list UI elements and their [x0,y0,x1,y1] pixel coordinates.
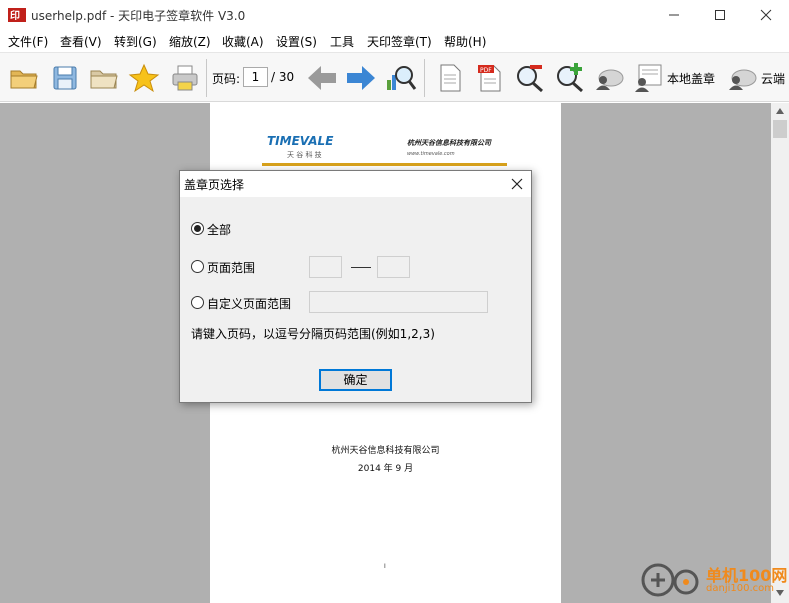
page-total: / 30 [271,70,295,84]
menu-file[interactable]: 文件(F) [8,33,48,50]
maximize-button[interactable] [697,0,743,30]
page-label: 页码: [212,72,241,86]
custom-range-input[interactable] [309,291,488,313]
svg-text:PDF: PDF [480,67,492,74]
minimize-button[interactable] [651,0,697,30]
ok-button[interactable]: 确定 [319,369,392,391]
seal-page-selection-dialog: 盖章页选择 全部 页面范围 自定义页面范围 请键入页码，以逗号分隔页码范围(例如… [179,170,532,403]
svg-text:印: 印 [10,10,20,22]
document-page-icon[interactable] [434,62,466,94]
scroll-up-arrow-icon[interactable] [775,107,785,115]
watermark-logo [641,563,699,597]
watermark-url: danji100.com [706,583,774,594]
title-bar: 印 userhelp.pdf - 天印电子签章软件 V3.0 [0,0,789,30]
logo-subtitle: 天 谷 科 技 [287,150,322,159]
option-all-label[interactable]: 全部 [207,221,231,238]
minimize-icon [669,14,679,16]
cloud-seal-icon[interactable] [726,62,758,94]
dialog-title: 盖章页选择 [184,178,245,192]
toolbar-separator [206,59,207,97]
local-seal-icon[interactable] [633,62,665,94]
header-website: www.timevale.com [407,151,455,157]
zoom-out-icon[interactable] [514,62,546,94]
menu-zoom[interactable]: 缩放(Z) [169,33,211,50]
option-custom-range-label[interactable]: 自定义页面范围 [207,295,291,312]
header-rule [262,163,507,166]
vertical-scrollbar[interactable] [771,103,789,603]
window-title: userhelp.pdf - 天印电子签章软件 V3.0 [31,9,246,23]
close-button[interactable] [743,0,789,30]
zoom-fit-icon[interactable] [385,62,417,94]
maximize-icon [715,10,725,20]
pdf-document-icon[interactable]: PDF [474,62,506,94]
site-watermark: 单机100网 danji100.com [638,560,788,600]
close-icon [511,178,523,190]
dialog-title-bar: 盖章页选择 [180,171,531,197]
range-dash [351,267,371,268]
scrollbar-thumb[interactable] [773,120,787,138]
print-icon[interactable] [169,62,201,94]
page-number-input[interactable]: 1 [243,67,268,87]
app-icon: 印 [8,8,26,22]
toolbar-separator [424,59,425,97]
radio-all[interactable] [191,222,204,235]
menu-tianyin-seal[interactable]: 天印签章(T) [367,33,432,50]
dialog-close-button[interactable] [501,171,531,197]
header-company-name: 杭州天谷信息科技有限公司 [407,139,491,147]
local-seal-label[interactable]: 本地盖章 [667,70,715,87]
page-number: I [384,563,386,570]
option-page-range-label[interactable]: 页面范围 [207,259,255,276]
dialog-hint: 请键入页码，以逗号分隔页码范围(例如1,2,3) [191,327,435,341]
menu-help[interactable]: 帮助(H) [444,33,486,50]
menu-settings[interactable]: 设置(S) [276,33,317,50]
radio-page-range[interactable] [191,260,204,273]
next-page-arrow-icon[interactable] [345,62,377,94]
previous-page-arrow-icon[interactable] [306,62,338,94]
menu-view[interactable]: 查看(V) [60,33,102,50]
menu-goto[interactable]: 转到(G) [114,33,157,50]
toolbar: 页码: 1 / 30 PDF 本地盖章 云端 [0,52,789,102]
menu-favorites[interactable]: 收藏(A) [222,33,264,50]
menu-tools[interactable]: 工具 [330,33,354,50]
open-recent-folder-icon[interactable] [88,62,120,94]
footer-company-name: 杭州天谷信息科技有限公司 [331,446,440,456]
zoom-in-icon[interactable] [554,62,586,94]
range-from-input[interactable] [309,256,342,278]
user-seal-icon[interactable] [593,62,625,94]
close-icon [760,9,772,21]
open-folder-icon[interactable] [8,62,40,94]
cloud-seal-label[interactable]: 云端 [761,70,785,87]
range-to-input[interactable] [377,256,410,278]
logo-text: TIMEVALE [267,134,334,148]
footer-date: 2014 年 9 月 [357,464,414,474]
favorite-star-icon[interactable] [128,62,160,94]
menu-bar: 文件(F) 查看(V) 转到(G) 缩放(Z) 收藏(A) 设置(S) 工具 天… [0,30,789,52]
save-icon[interactable] [49,62,81,94]
radio-custom-range[interactable] [191,296,204,309]
